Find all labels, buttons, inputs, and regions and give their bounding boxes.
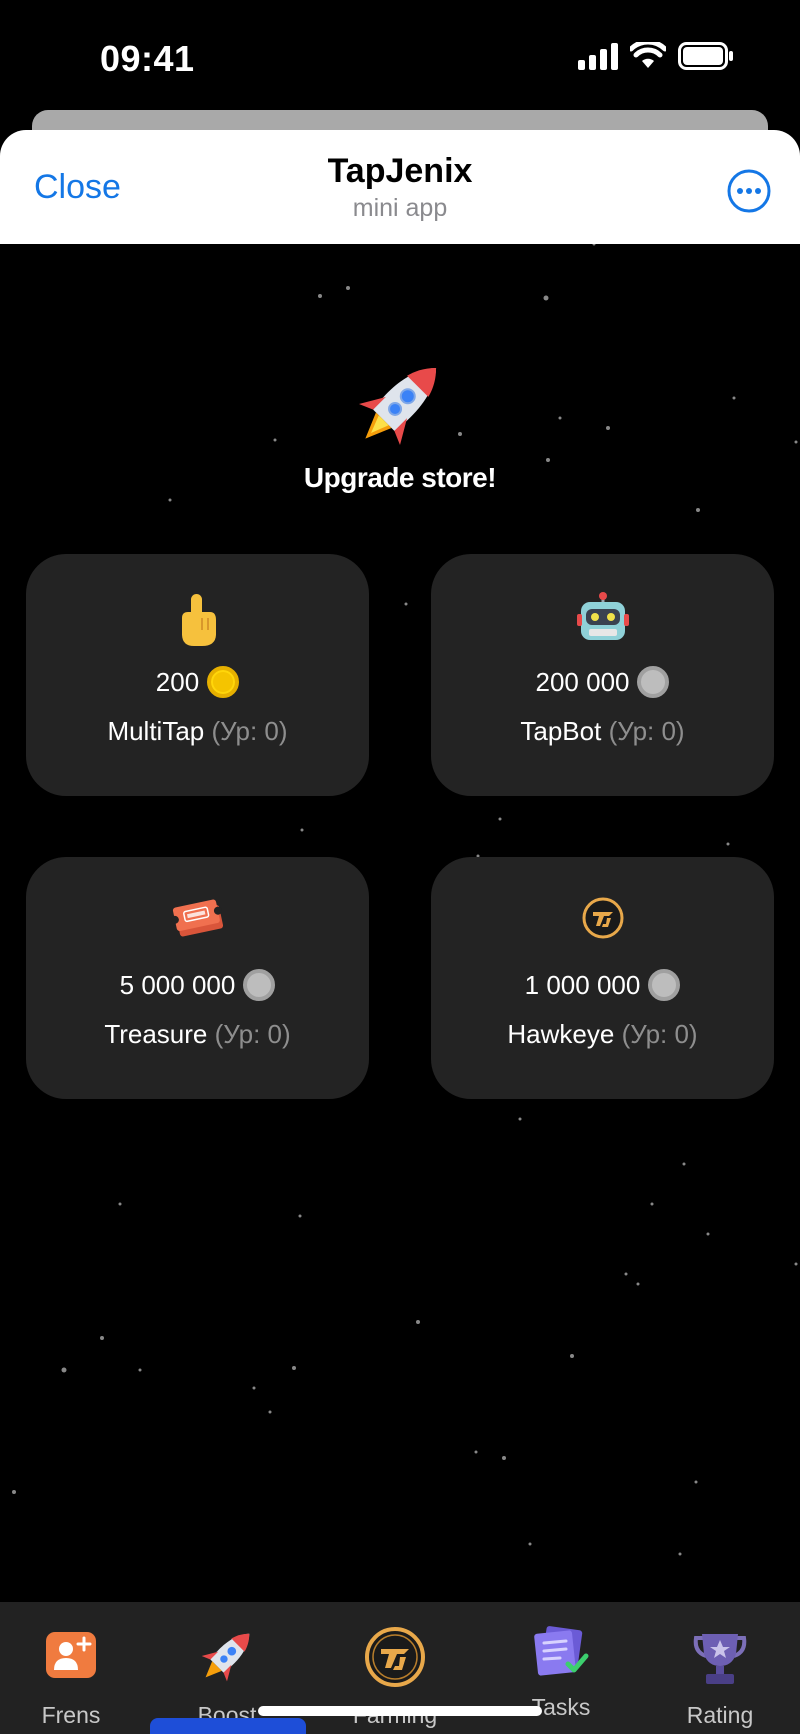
price-value: 200 000 bbox=[535, 666, 630, 697]
more-options-icon[interactable] bbox=[726, 168, 772, 214]
upgrade-level: (Ур: 0) bbox=[608, 716, 685, 746]
nav-item-rating[interactable]: Rating bbox=[650, 1602, 790, 1734]
silver-coin-icon bbox=[648, 969, 681, 1001]
upgrade-name: TapBot bbox=[520, 716, 602, 746]
app-title: TapJenix bbox=[327, 152, 473, 190]
upgrade-name-row: TapBot (Ур: 0) bbox=[431, 716, 774, 747]
price-row: 200 000 bbox=[431, 666, 774, 698]
nav-item-frens[interactable]: Frens bbox=[1, 1602, 141, 1734]
hero-title: Upgrade store! bbox=[303, 462, 497, 493]
battery-icon bbox=[678, 42, 733, 70]
status-bar: 09:41 bbox=[0, 0, 800, 110]
upgrade-level: (Ур: 0) bbox=[621, 1019, 698, 1049]
upgrade-name: Treasure bbox=[104, 1019, 208, 1049]
price-row: 200 bbox=[26, 666, 369, 698]
ticket-icon bbox=[26, 895, 369, 941]
trophy-icon bbox=[650, 1630, 790, 1688]
mini-app-header: Close TapJenix mini app bbox=[0, 130, 800, 244]
rocket-icon bbox=[358, 367, 437, 446]
price-row: 5 000 000 bbox=[26, 969, 369, 1001]
silver-coin-icon bbox=[243, 969, 276, 1001]
upgrade-name-row: MultiTap (Ур: 0) bbox=[26, 716, 369, 747]
tasks-icon bbox=[491, 1626, 631, 1676]
nav-label: Frens bbox=[41, 1702, 101, 1728]
price-value: 1 000 000 bbox=[524, 969, 641, 1000]
upgrade-name-row: Hawkeye (Ур: 0) bbox=[431, 1019, 774, 1050]
upgrade-card-multitap[interactable]: 200 MultiTap (Ур: 0) bbox=[26, 554, 369, 796]
upgrade-store-screen: Upgrade store! 200 MultiTap (Ур: 0) 200 … bbox=[0, 244, 800, 1602]
upgrade-name-row: Treasure (Ур: 0) bbox=[26, 1019, 369, 1050]
home-indicator[interactable] bbox=[258, 1706, 542, 1716]
add-friend-icon bbox=[1, 1630, 141, 1680]
upgrade-name: MultiTap bbox=[107, 716, 205, 746]
silver-coin-icon bbox=[637, 666, 670, 698]
rocket-icon bbox=[157, 1622, 297, 1690]
nav-active-indicator bbox=[150, 1718, 306, 1734]
app-subtitle: mini app bbox=[352, 194, 448, 222]
price-row: 1 000 000 bbox=[431, 969, 774, 1001]
status-time: 09:41 bbox=[100, 38, 195, 79]
nav-label: Rating bbox=[686, 1702, 754, 1728]
robot-icon bbox=[431, 592, 774, 644]
upgrade-level: (Ур: 0) bbox=[214, 1019, 291, 1049]
pointing-finger-icon bbox=[26, 592, 369, 648]
tj-logo-icon bbox=[431, 895, 774, 941]
upgrade-level: (Ур: 0) bbox=[211, 716, 288, 746]
tj-coin-icon bbox=[325, 1626, 465, 1688]
upgrade-card-hawkeye[interactable]: 1 000 000 Hawkeye (Ур: 0) bbox=[431, 857, 774, 1099]
cellular-signal-icon bbox=[578, 42, 618, 70]
wifi-icon bbox=[630, 42, 666, 68]
price-value: 200 bbox=[155, 666, 200, 697]
upgrade-name: Hawkeye bbox=[507, 1019, 615, 1049]
upgrade-card-tapbot[interactable]: 200 000 TapBot (Ур: 0) bbox=[431, 554, 774, 796]
gold-coin-icon bbox=[207, 666, 240, 698]
status-icons bbox=[578, 42, 734, 70]
price-value: 5 000 000 bbox=[119, 969, 236, 1000]
upgrade-card-treasure[interactable]: 5 000 000 Treasure (Ур: 0) bbox=[26, 857, 369, 1099]
hero-rocket bbox=[0, 349, 800, 464]
